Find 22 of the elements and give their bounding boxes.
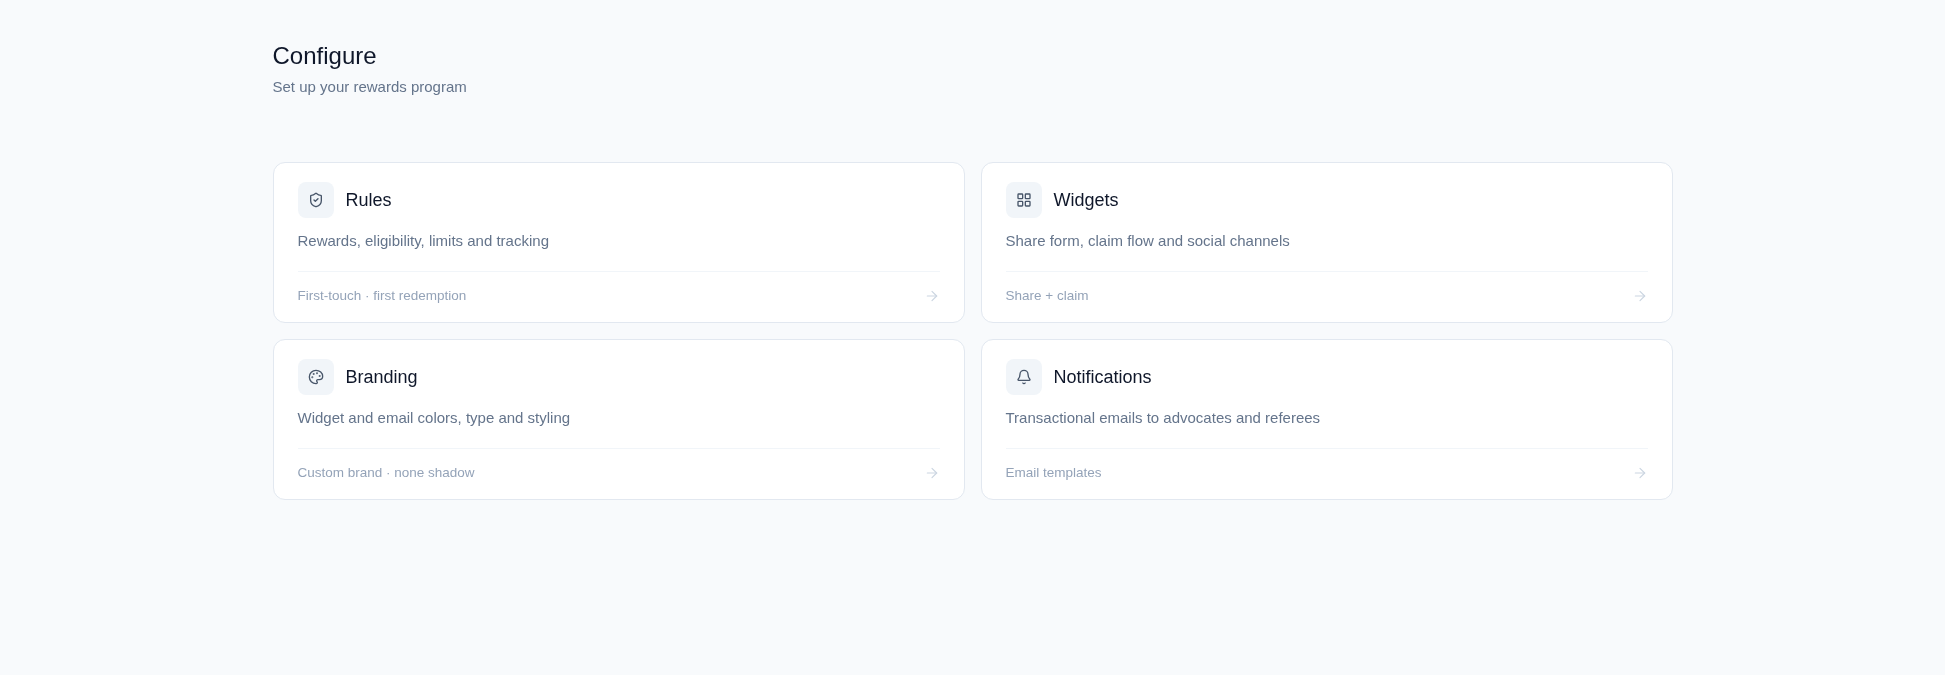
card-summary: Share + claim bbox=[1005, 287, 1089, 305]
card-summary: Custom brand · none shadow bbox=[297, 464, 475, 482]
settings-card[interactable]: Branding Widget and email colors, type and styling Custom brand · none shadow bbox=[272, 339, 965, 500]
palette-icon bbox=[297, 359, 334, 395]
card-description: Share form, claim flow and social channels bbox=[1005, 231, 1290, 251]
card-description: Rewards, eligibility, limits and tracking bbox=[297, 231, 549, 251]
settings-card[interactable]: Widgets Share form, claim flow and social channels Share + claim bbox=[980, 162, 1673, 323]
card-description: Widget and email colors, type and styling bbox=[297, 408, 571, 428]
settings-card[interactable]: Notifications Transactional emails to advocates and referees Email templates bbox=[980, 339, 1673, 500]
bell-icon bbox=[1005, 359, 1042, 395]
card-title: Widgets bbox=[1053, 189, 1119, 212]
card-title: Notifications bbox=[1053, 366, 1152, 389]
card-summary: First-touch · first redemption bbox=[297, 287, 467, 305]
settings-card[interactable]: Rules Rewards, eligibility, limits and tracking First-touch · first redemption bbox=[272, 162, 965, 323]
card-summary: Email templates bbox=[1005, 464, 1102, 482]
page-subtitle: Set up your rewards program bbox=[272, 77, 467, 97]
card-title: Branding bbox=[345, 366, 418, 389]
grid-icon bbox=[1005, 182, 1042, 218]
shield-check-icon bbox=[297, 182, 334, 218]
page-title: Configure bbox=[272, 41, 377, 71]
card-title: Rules bbox=[345, 189, 392, 212]
card-description: Transactional emails to advocates and referees bbox=[1005, 408, 1321, 428]
